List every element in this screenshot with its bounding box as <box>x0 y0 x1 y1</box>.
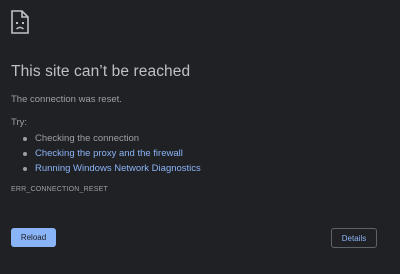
error-page: This site can’t be reached The connectio… <box>0 0 400 274</box>
page-title: This site can’t be reached <box>11 63 191 80</box>
suggestion-link-proxy-firewall[interactable]: Checking the proxy and the firewall <box>22 146 201 161</box>
suggestion-link-network-diagnostics[interactable]: Running Windows Network Diagnostics <box>22 161 201 176</box>
suggestions-list: Checking the connection Checking the pro… <box>22 131 201 176</box>
try-label: Try: <box>11 117 28 128</box>
error-code: ERR_CONNECTION_RESET <box>11 186 108 193</box>
suggestion-checking-connection: Checking the connection <box>22 131 201 146</box>
sad-document-icon-graphic <box>11 10 29 34</box>
details-button[interactable]: Details <box>331 228 377 248</box>
reload-button[interactable]: Reload <box>11 228 56 247</box>
sad-document-icon <box>11 10 29 34</box>
error-message: The connection was reset. <box>11 94 122 105</box>
